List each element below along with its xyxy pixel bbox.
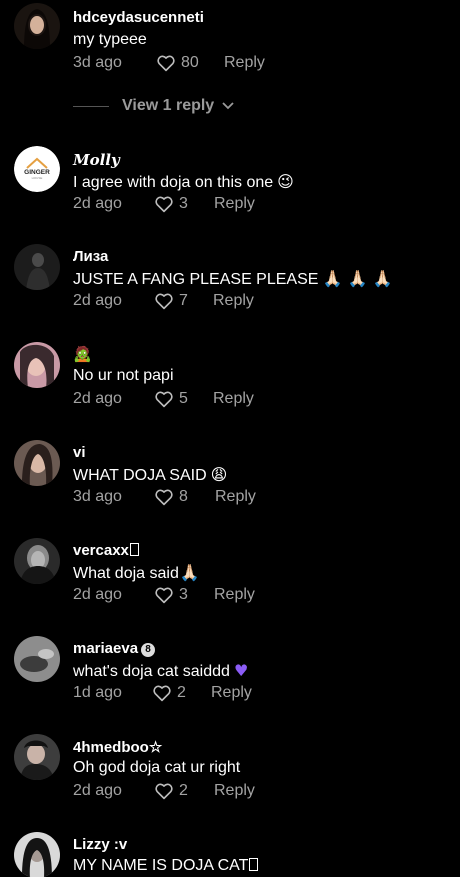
avatar[interactable] <box>14 3 60 49</box>
reply-button[interactable]: Reply <box>214 195 255 213</box>
reply-button[interactable]: Reply <box>213 292 254 310</box>
comment-username[interactable]: hdceydasucenneti <box>73 9 204 26</box>
like-count: 5 <box>179 390 188 407</box>
comment-text: MY NAME IS DOJA CAT <box>73 857 259 875</box>
svg-text:HOUSE: HOUSE <box>32 176 43 180</box>
like-count: 3 <box>179 586 188 603</box>
heart-outline-icon <box>155 489 173 506</box>
comment-username[interactable]: Лиза <box>73 248 108 265</box>
heart-outline-icon <box>157 55 175 72</box>
comment-date: 2d ago <box>73 586 122 603</box>
comment-username[interactable]: mariaeva 8 <box>73 640 156 657</box>
comment-text: I agree with doja on this one 😉 <box>73 172 294 191</box>
like-button[interactable]: 3 <box>154 195 188 213</box>
avatar[interactable] <box>14 538 60 584</box>
like-button[interactable]: 2 <box>154 782 188 800</box>
like-count: 2 <box>179 782 188 799</box>
avatar[interactable] <box>14 244 60 290</box>
like-button[interactable]: 5 <box>154 390 188 408</box>
weary-face-emoji: 😩 <box>210 465 228 484</box>
praying-hands-emoji: 🙏🏻 🙏🏻 🙏🏻 <box>322 269 393 288</box>
like-button[interactable]: 7 <box>154 292 188 310</box>
avatar[interactable] <box>14 440 60 486</box>
unknown-glyph <box>249 858 259 871</box>
like-count: 3 <box>179 195 188 212</box>
avatar[interactable] <box>14 734 60 780</box>
svg-text:GINGER: GINGER <box>24 169 50 176</box>
wink-emoji: 😉 <box>277 172 294 191</box>
comment-username[interactable]: 𝑴𝒐𝒍𝒍𝒚 <box>73 151 120 169</box>
comment-date: 2d ago <box>73 390 122 407</box>
heart-outline-icon <box>153 685 171 702</box>
comment-username[interactable]: vercaxx <box>73 542 139 559</box>
heart-outline-icon <box>155 587 173 604</box>
like-count: 8 <box>179 488 188 505</box>
heart-outline-icon <box>155 391 173 408</box>
like-count: 80 <box>181 54 199 71</box>
chevron-down-icon <box>222 102 234 110</box>
comment-date: 2d ago <box>73 782 122 799</box>
heart-outline-icon <box>155 783 173 800</box>
like-count: 2 <box>177 684 186 701</box>
purple-heart-icon: ♥ <box>233 661 249 680</box>
comment-date: 3d ago <box>73 488 122 505</box>
like-button[interactable]: 3 <box>154 586 188 604</box>
heart-outline-icon <box>155 196 173 213</box>
reply-button[interactable]: Reply <box>214 586 255 604</box>
comment-date: 1d ago <box>73 684 122 701</box>
comment-username[interactable]: Lizzy :v <box>73 836 127 853</box>
reply-button[interactable]: Reply <box>213 390 254 408</box>
comment-date: 2d ago <box>73 292 122 309</box>
view-replies-label: View 1 reply <box>122 97 215 114</box>
like-button[interactable]: 2 <box>152 684 186 702</box>
like-button[interactable]: 80 <box>156 54 199 72</box>
unknown-glyph <box>129 543 139 556</box>
comment-date: 3d ago <box>73 54 122 71</box>
reply-button[interactable]: Reply <box>224 54 265 72</box>
comment-username[interactable]: vi <box>73 444 86 461</box>
comment-username[interactable]: 🧟 <box>73 345 92 363</box>
comment-text: No ur not papi <box>73 367 174 384</box>
comment-text: my typeee <box>73 31 147 48</box>
divider-line <box>73 105 109 107</box>
eight-ball-badge: 8 <box>141 643 156 657</box>
heart-outline-icon <box>155 293 173 310</box>
praying-hands-emoji: 🙏🏻 <box>179 563 200 582</box>
comment-date: 2d ago <box>73 195 122 212</box>
reply-button[interactable]: Reply <box>214 782 255 800</box>
comment-text: WHAT DOJA SAID 😩 <box>73 465 228 484</box>
comment-username[interactable]: 4hmedboo☆ <box>73 738 162 756</box>
avatar[interactable] <box>14 636 60 682</box>
comment-text: JUSTE A FANG PLEASE PLEASE 🙏🏻 🙏🏻 🙏🏻 <box>73 269 393 288</box>
comment-text: what's doja cat saiddd ♥ <box>73 661 249 680</box>
avatar[interactable] <box>14 832 60 877</box>
view-replies-button[interactable]: View 1 reply <box>73 96 234 116</box>
avatar[interactable] <box>14 342 60 388</box>
comment-text: What doja said🙏🏻 <box>73 563 200 582</box>
comment-text: Oh god doja cat ur right <box>73 759 241 776</box>
reply-button[interactable]: Reply <box>215 488 256 506</box>
like-button[interactable]: 8 <box>154 488 188 506</box>
reply-button[interactable]: Reply <box>211 684 252 702</box>
avatar[interactable]: GINGER HOUSE <box>14 146 60 192</box>
like-count: 7 <box>179 292 188 309</box>
